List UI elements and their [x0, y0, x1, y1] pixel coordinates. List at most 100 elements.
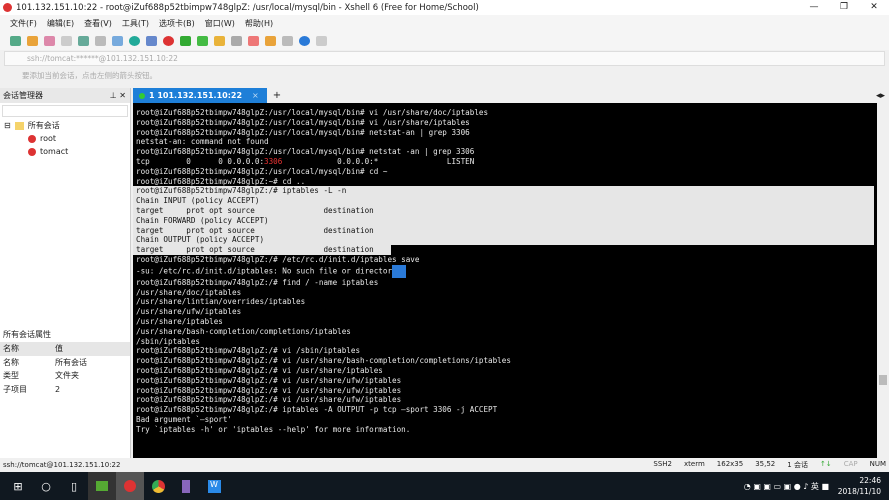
menu-window[interactable]: 窗口(W) — [205, 18, 235, 29]
property-row: 名称 所有会话 — [3, 357, 87, 367]
highlight-icon[interactable] — [248, 36, 259, 46]
pin-icon[interactable]: ⊥ — [110, 91, 117, 100]
connected-icon — [139, 92, 145, 99]
status-size: 162x35 — [716, 460, 744, 468]
terminal-line: /usr/share/iptables — [136, 316, 223, 326]
tab-bar: 1 101.132.151.10:22 × + ◂▸ — [133, 88, 889, 103]
terminal-line: root@iZuf688p52tbimpw748glpZ:/# vi /usr/… — [136, 385, 402, 395]
status-protocol: SSH2 — [653, 460, 673, 468]
properties-title: 所有会话属性 — [3, 330, 51, 339]
session-icon — [28, 147, 36, 156]
clock[interactable]: 22:46 2018/11/10 — [838, 475, 881, 497]
open-folder-icon[interactable] — [27, 36, 38, 46]
taskbar-xshell-icon[interactable] — [116, 472, 144, 500]
fullscreen-icon[interactable] — [197, 36, 208, 46]
menu-edit[interactable]: 编辑(E) — [47, 18, 74, 29]
menu-tabs[interactable]: 选项卡(B) — [159, 18, 195, 29]
terminal-line: Chain INPUT (policy ACCEPT) — [133, 196, 874, 206]
property-row: 子项目 2 — [3, 384, 61, 394]
connect-icon[interactable] — [44, 36, 55, 46]
task-view-icon[interactable]: ▯ — [60, 472, 88, 500]
copy-icon[interactable] — [112, 36, 123, 46]
status-sessions: 1 会话 — [787, 461, 808, 469]
context-menu-icon[interactable] — [392, 264, 407, 278]
terminal-line: root@iZuf688p52tbimpw748glpZ:/usr/local/… — [136, 127, 470, 137]
terminal-line: root@iZuf688p52tbimpw748glpZ:/usr/local/… — [136, 117, 470, 127]
terminal-line: root@iZuf688p52tbimpw748glpZ:/# iptables… — [133, 186, 874, 197]
terminal-line: tcp 0 0 0.0.0.0:3306 0.0.0.0:* LISTEN — [136, 156, 475, 166]
start-windows-icon[interactable]: ⊞ — [4, 472, 32, 500]
tree-item-root[interactable]: root — [40, 134, 56, 143]
tab-scroll-icon[interactable]: ◂▸ — [876, 91, 885, 101]
taskbar-wps-icon[interactable]: W — [200, 472, 228, 500]
xshell-logo-icon — [3, 3, 12, 12]
help-icon[interactable] — [299, 36, 310, 46]
tree-item-all-sessions[interactable]: 所有会话 — [28, 120, 60, 131]
terminal-line: root@iZuf688p52tbimpw748glpZ:/# vi /usr/… — [136, 395, 402, 405]
terminal-line: root@iZuf688p52tbimpw748glpZ:/# vi /usr/… — [136, 356, 511, 366]
search-icon[interactable] — [95, 36, 106, 46]
session-manager-title: 会话管理器 — [3, 91, 43, 100]
close-button[interactable]: ✕ — [859, 0, 889, 15]
terminal-line: /sbin/iptables — [136, 336, 201, 346]
folder-icon — [14, 121, 24, 130]
layout-icon[interactable] — [282, 36, 293, 46]
terminal[interactable]: root@iZuf688p52tbimpw748glpZ:/usr/local/… — [133, 103, 877, 458]
property-row: 类型 文件夹 — [3, 371, 79, 381]
menu-file[interactable]: 文件(F) — [10, 18, 37, 29]
terminal-line: target prot opt source destination — [133, 245, 391, 255]
minimize-button[interactable]: — — [799, 0, 829, 15]
tab-session[interactable]: 1 101.132.151.10:22 × — [133, 88, 267, 103]
taskbar-app-dolphin-icon[interactable] — [172, 472, 200, 500]
panel-close-icon[interactable]: ✕ — [119, 91, 126, 100]
terminal-line: netstat-an: command not found — [136, 137, 269, 147]
xshell-icon[interactable] — [163, 36, 174, 46]
terminal-line: Chain OUTPUT (policy ACCEPT) — [133, 235, 874, 246]
window-title: 101.132.151.10:22 - root@iZuf688p52tbimp… — [16, 2, 479, 13]
taskbar-chrome-icon[interactable] — [144, 472, 172, 500]
session-manager-panel: 会话管理器 ⊥ ✕ ⊟ 所有会话 root tomact — [0, 88, 131, 328]
system-tray-icons[interactable]: ◔ ▣ ▣ ▭ ▣ ● ♪ 英 ■ — [744, 481, 829, 492]
status-num: NUM — [869, 460, 886, 468]
terminal-line: Bad argument `—sport' — [136, 414, 233, 424]
terminal-line: root@iZuf688p52tbimpw748glpZ:/# vi /usr/… — [136, 365, 383, 375]
search-icon[interactable]: ○ — [32, 472, 60, 500]
disconnect-icon[interactable] — [61, 36, 72, 46]
new-tab-button[interactable]: + — [273, 90, 281, 101]
terminal-line: root@iZuf688p52tbimpw748glpZ:/usr/local/… — [136, 108, 489, 117]
collapse-icon[interactable]: ⊟ — [4, 121, 11, 130]
terminal-line: root@iZuf688p52tbimpw748glpZ:/# /etc/rc.… — [136, 254, 420, 264]
keyboard-icon[interactable] — [231, 36, 242, 46]
session-search-input[interactable] — [2, 105, 128, 117]
tab-close-icon[interactable]: × — [252, 91, 259, 100]
terminal-line: root@iZuf688p52tbimpw748glpZ:/usr/local/… — [136, 147, 475, 157]
script-icon[interactable] — [265, 36, 276, 46]
menu-view[interactable]: 查看(V) — [84, 18, 112, 29]
header-name: 名称 — [3, 344, 19, 354]
xftp-icon[interactable] — [180, 36, 191, 46]
hint-bar: 要添加当前会话，点击左侧的箭头按钮。 — [22, 71, 157, 80]
font-icon[interactable] — [146, 36, 157, 46]
properties-icon[interactable] — [78, 36, 89, 46]
status-bar: ssh://tomcat@101.132.151.10:22 SSH2 xter… — [0, 458, 889, 472]
globe-icon[interactable] — [129, 36, 140, 46]
menu-help[interactable]: 帮助(H) — [245, 18, 273, 29]
status-term: xterm — [684, 460, 705, 468]
terminal-line: root@iZuf688p52tbimpw748glpZ:/usr/local/… — [136, 166, 388, 176]
taskbar-app-green-icon[interactable] — [88, 472, 116, 500]
status-connection: ssh://tomcat@101.132.151.10:22 — [3, 461, 121, 469]
tree-item-tomact[interactable]: tomact — [40, 147, 68, 156]
chat-icon[interactable] — [316, 36, 327, 46]
terminal-scrollbar[interactable] — [877, 103, 889, 458]
title-bar: 101.132.151.10:22 - root@iZuf688p52tbimp… — [0, 0, 889, 15]
terminal-line: target prot opt source destination — [133, 205, 874, 216]
lock-icon[interactable] — [214, 36, 225, 46]
menu-tools[interactable]: 工具(T) — [122, 18, 149, 29]
properties-panel: 所有会话属性 名称 值 名称 所有会话 类型 文件夹 子项目 2 — [0, 328, 131, 458]
maximize-button[interactable]: ❐ — [829, 0, 859, 15]
taskbar: ⊞ ○ ▯ W ◔ ▣ ▣ ▭ ▣ ● ♪ 英 ■ 22:46 2018/11/1… — [0, 472, 889, 500]
terminal-line: -su: /etc/rc.d/init.d/iptables: No such … — [136, 264, 877, 278]
new-session-icon[interactable] — [10, 36, 21, 46]
address-bar[interactable]: ssh://tomcat:******@101.132.151.10:22 — [4, 51, 885, 66]
status-caps: CAP — [843, 460, 858, 468]
